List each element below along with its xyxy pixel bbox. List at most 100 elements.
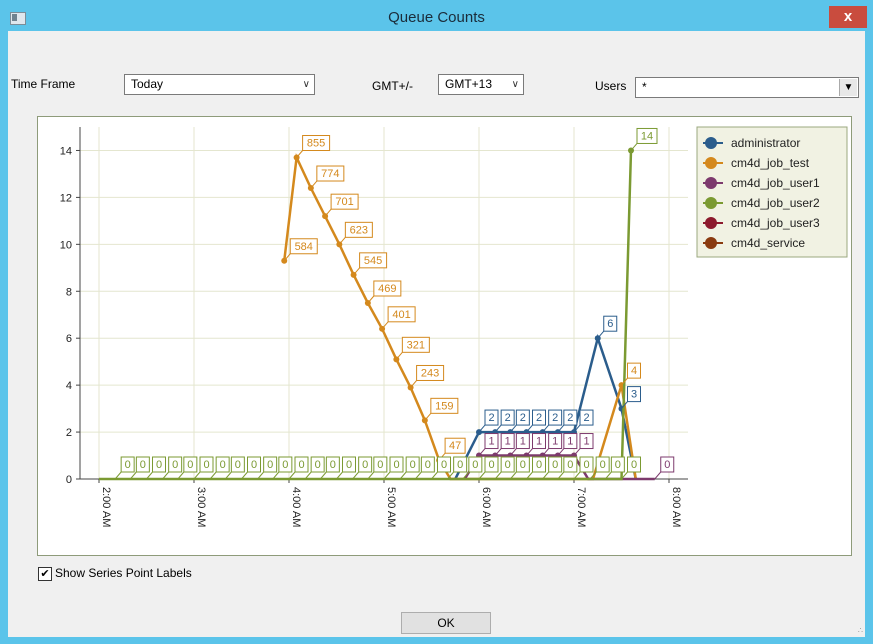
ok-button[interactable]: OK [401, 612, 491, 634]
users-select[interactable]: * ▼ [635, 77, 859, 98]
show-labels-checkbox[interactable]: ✔ [38, 567, 52, 581]
x-tick-label: 3:00 AM [195, 487, 207, 527]
data-label: 0 [220, 459, 226, 471]
y-tick-label: 0 [66, 474, 72, 486]
x-tick-label: 2:00 AM [100, 487, 112, 527]
legend-label: cm4d_job_test [731, 156, 810, 170]
data-label: 0 [156, 459, 162, 471]
legend-marker [705, 197, 717, 209]
close-button[interactable]: x [829, 6, 867, 28]
data-label: 0 [552, 459, 558, 471]
y-tick-label: 12 [60, 192, 72, 204]
y-tick-label: 4 [66, 380, 72, 392]
data-label: 2 [567, 412, 573, 424]
label-leader [395, 351, 403, 360]
data-label: 0 [187, 459, 193, 471]
data-label: 623 [350, 224, 368, 236]
data-label: 0 [362, 459, 368, 471]
data-label: 584 [295, 241, 313, 253]
data-label: 0 [505, 459, 511, 471]
legend-marker [705, 177, 717, 189]
y-tick-label: 6 [66, 333, 72, 345]
data-label: 0 [425, 459, 431, 471]
dialog-body: Time Frame Today ∨ GMT+/- GMT+13 ∨ Users… [8, 31, 865, 637]
legend-label: cm4d_service [731, 236, 805, 250]
y-tick-label: 10 [60, 239, 72, 251]
data-label: 0 [600, 459, 606, 471]
data-label: 243 [421, 367, 439, 379]
series-line [99, 150, 633, 481]
label-leader [367, 295, 375, 304]
data-label: 0 [520, 459, 526, 471]
data-label: 0 [457, 459, 463, 471]
data-label: 0 [330, 459, 336, 471]
data-label: 0 [567, 459, 573, 471]
data-label: 0 [203, 459, 209, 471]
time-frame-label: Time Frame [11, 77, 76, 91]
data-label: 1 [520, 436, 526, 448]
label-leader [410, 380, 417, 388]
labels-administrator: 2 2 2 2 2 2 263 [478, 315, 641, 433]
label-leader [424, 413, 432, 421]
users-label: Users [595, 79, 627, 93]
data-label: 0 [536, 459, 542, 471]
data-label: 0 [125, 459, 131, 471]
label-leader [630, 143, 638, 151]
data-label: 159 [435, 400, 453, 412]
data-label: 0 [615, 459, 621, 471]
x-tick-label: 8:00 AM [670, 487, 682, 527]
data-label: 0 [441, 459, 447, 471]
time-frame-select[interactable]: Today ∨ [124, 74, 315, 95]
y-tick-label: 2 [66, 427, 72, 439]
window-title: Queue Counts [388, 9, 485, 26]
data-label: 14 [641, 130, 653, 142]
label-leader [381, 321, 389, 330]
queue-counts-window: Queue Counts x Time Frame Today ∨ GMT+/-… [0, 0, 873, 644]
data-label: 6 [607, 318, 613, 330]
data-label: 2 [552, 412, 558, 424]
chart-panel: 0 2 4 6 8 10 12 14 2:00 AM 3:00 AM 4:00 AM 5:00 AM 6… [37, 116, 852, 556]
x-tick-label: 5:00 AM [385, 487, 397, 527]
data-label: 0 [664, 459, 670, 471]
data-label: 2 [505, 412, 511, 424]
data-label: 0 [410, 459, 416, 471]
x-tick-label: 4:00 AM [290, 487, 302, 527]
data-label: 2 [488, 412, 494, 424]
label-leader [338, 237, 346, 245]
time-frame-value: Today [131, 77, 164, 91]
data-label: 0 [172, 459, 178, 471]
chart-legend: administrator cm4d_job_test cm4d_job_user1… [696, 126, 848, 258]
data-label: 0 [377, 459, 383, 471]
label-leader [573, 448, 581, 456]
data-label: 0 [298, 459, 304, 471]
chart-grid [80, 127, 688, 480]
legend-marker [705, 237, 717, 249]
data-label: 469 [378, 283, 396, 295]
queue-counts-chart: 024681012142:00 AM 3:00 AM 4:00 AM 5:00 AM 6… [60, 126, 848, 527]
data-label: 1 [488, 436, 494, 448]
data-label: 1 [567, 436, 573, 448]
data-label: 855 [307, 138, 325, 150]
title-bar[interactable]: Queue Counts x [0, 0, 873, 30]
users-value: * [642, 80, 647, 94]
data-label: 321 [407, 339, 425, 351]
gmt-offset-select[interactable]: GMT+13 ∨ [438, 74, 524, 95]
data-label: 401 [392, 309, 410, 321]
data-label: 1 [505, 436, 511, 448]
gmt-offset-value: GMT+13 [445, 77, 493, 91]
label-leader [310, 180, 318, 189]
resize-grip-icon[interactable]: ∴ [858, 626, 863, 635]
data-label: 47 [449, 440, 461, 452]
data-label: 2 [583, 412, 589, 424]
show-labels-label: Show Series Point Labels [55, 566, 192, 580]
data-label: 0 [346, 459, 352, 471]
legend-marker [705, 217, 717, 229]
x-tick-label: 7:00 AM [575, 487, 587, 527]
chevron-down-icon: ∨ [302, 79, 310, 90]
data-label: 0 [251, 459, 257, 471]
data-label: 4 [631, 365, 637, 377]
dropdown-arrow-icon[interactable]: ▼ [839, 79, 857, 96]
data-label: 0 [315, 459, 321, 471]
label-leader [654, 471, 662, 480]
data-label: 1 [536, 436, 542, 448]
